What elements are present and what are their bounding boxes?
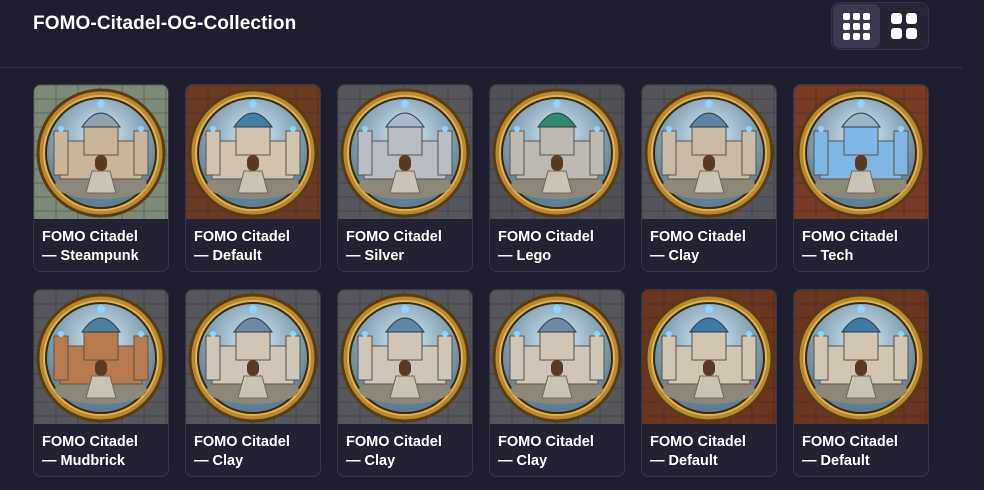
nft-card-title: FOMO Citadel — Clay <box>498 433 622 471</box>
nft-variant-name: — Clay <box>498 453 548 469</box>
nft-collection-name: FOMO Citadel <box>346 434 442 450</box>
citadel-artwork <box>794 85 928 219</box>
nft-card[interactable]: FOMO Citadel — Clay <box>185 289 321 477</box>
nft-collection-name: FOMO Citadel <box>802 229 898 245</box>
nft-card[interactable]: FOMO Citadel — Default <box>185 84 321 272</box>
nft-thumbnail <box>490 290 624 424</box>
large-grid-view-button[interactable] <box>880 4 927 48</box>
nft-thumbnail <box>794 85 928 219</box>
citadel-artwork <box>642 85 776 219</box>
nft-variant-name: — Clay <box>194 453 244 469</box>
citadel-artwork <box>794 290 928 424</box>
nft-variant-name: — Clay <box>346 453 396 469</box>
nft-card[interactable]: FOMO Citadel — Clay <box>489 289 625 477</box>
grid-3x3-icon <box>843 12 870 40</box>
nft-variant-name: — Default <box>194 248 262 264</box>
nft-card-title: FOMO Citadel — Default <box>650 433 774 471</box>
nft-thumbnail <box>642 85 776 219</box>
nft-card[interactable]: FOMO Citadel — Silver <box>337 84 473 272</box>
nft-variant-name: — Clay <box>650 248 700 264</box>
citadel-artwork <box>490 85 624 219</box>
nft-thumbnail <box>490 85 624 219</box>
view-toggle <box>831 2 929 50</box>
nft-card-title: FOMO Citadel — Steampunk <box>42 228 166 266</box>
nft-collection-name: FOMO Citadel <box>42 229 138 245</box>
nft-thumbnail <box>34 85 168 219</box>
nft-card[interactable]: FOMO Citadel — Steampunk <box>33 84 169 272</box>
nft-thumbnail <box>794 290 928 424</box>
small-grid-view-button[interactable] <box>833 4 880 48</box>
nft-variant-name: — Default <box>650 453 718 469</box>
nft-thumbnail <box>338 290 472 424</box>
nft-variant-name: — Mudbrick <box>42 453 125 469</box>
nft-collection-name: FOMO Citadel <box>498 434 594 450</box>
nft-card[interactable]: FOMO Citadel — Lego <box>489 84 625 272</box>
nft-collection-name: FOMO Citadel <box>802 434 898 450</box>
nft-collection-name: FOMO Citadel <box>194 229 290 245</box>
nft-card-title: FOMO Citadel — Silver <box>346 228 470 266</box>
collection-page: FOMO-Citadel-OG-Collection FOMO Citadel —… <box>0 0 984 490</box>
citadel-artwork <box>186 85 320 219</box>
citadel-artwork <box>338 85 472 219</box>
nft-thumbnail <box>642 290 776 424</box>
nft-variant-name: — Steampunk <box>42 248 139 264</box>
citadel-artwork <box>338 290 472 424</box>
nft-variant-name: — Tech <box>802 248 854 264</box>
grid-2x2-icon <box>890 13 917 39</box>
nft-collection-name: FOMO Citadel <box>498 229 594 245</box>
nft-collection-name: FOMO Citadel <box>650 434 746 450</box>
nft-collection-name: FOMO Citadel <box>650 229 746 245</box>
nft-collection-name: FOMO Citadel <box>346 229 442 245</box>
nft-card[interactable]: FOMO Citadel — Clay <box>337 289 473 477</box>
nft-variant-name: — Silver <box>346 248 405 264</box>
citadel-artwork <box>642 290 776 424</box>
nft-variant-name: — Lego <box>498 248 552 264</box>
nft-card[interactable]: FOMO Citadel — Clay <box>641 84 777 272</box>
citadel-artwork <box>490 290 624 424</box>
nft-variant-name: — Default <box>802 453 870 469</box>
nft-card-title: FOMO Citadel — Default <box>802 433 926 471</box>
nft-thumbnail <box>34 290 168 424</box>
collection-header: FOMO-Citadel-OG-Collection <box>0 0 962 68</box>
nft-card-title: FOMO Citadel — Clay <box>194 433 318 471</box>
citadel-artwork <box>186 290 320 424</box>
nft-card-title: FOMO Citadel — Lego <box>498 228 622 266</box>
nft-card[interactable]: FOMO Citadel — Default <box>641 289 777 477</box>
nft-card-title: FOMO Citadel — Clay <box>346 433 470 471</box>
nft-thumbnail <box>186 290 320 424</box>
citadel-artwork <box>34 85 168 219</box>
citadel-artwork <box>34 290 168 424</box>
nft-collection-name: FOMO Citadel <box>42 434 138 450</box>
nft-card-title: FOMO Citadel — Default <box>194 228 318 266</box>
nft-card-title: FOMO Citadel — Clay <box>650 228 774 266</box>
nft-card-title: FOMO Citadel — Tech <box>802 228 926 266</box>
nft-card[interactable]: FOMO Citadel — Mudbrick <box>33 289 169 477</box>
nft-card[interactable]: FOMO Citadel — Tech <box>793 84 929 272</box>
nft-thumbnail <box>186 85 320 219</box>
collection-title: FOMO-Citadel-OG-Collection <box>33 13 297 34</box>
nft-collection-name: FOMO Citadel <box>194 434 290 450</box>
nft-card-title: FOMO Citadel — Mudbrick <box>42 433 166 471</box>
nft-card[interactable]: FOMO Citadel — Default <box>793 289 929 477</box>
nft-thumbnail <box>338 85 472 219</box>
